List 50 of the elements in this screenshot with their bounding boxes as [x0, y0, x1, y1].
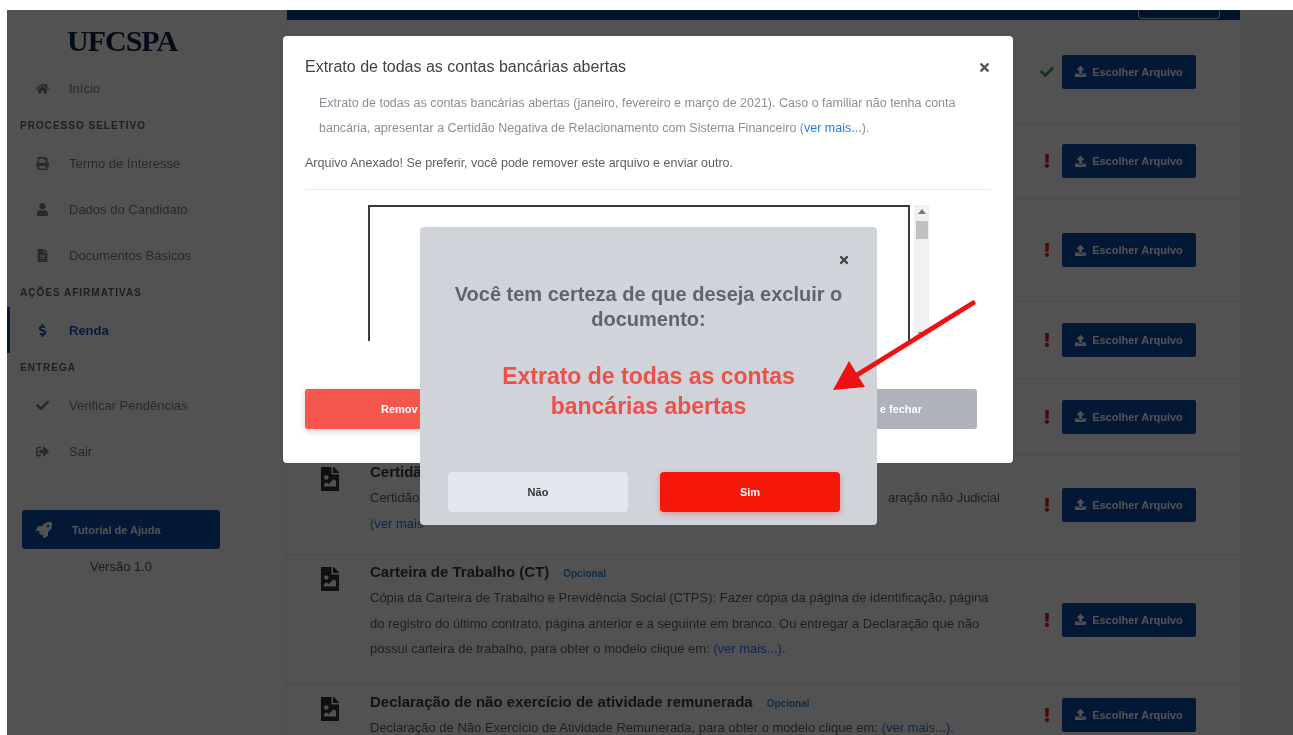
check-icon — [36, 398, 49, 412]
upload-button[interactable]: Escolher Arquivo — [1062, 697, 1196, 732]
printer-icon — [36, 156, 49, 170]
optional-label: Opcional — [766, 698, 810, 709]
no-button[interactable]: Não — [448, 472, 628, 512]
home-icon — [36, 81, 49, 95]
upload-icon — [1075, 66, 1087, 77]
dollar-icon — [36, 323, 49, 337]
more-link[interactable]: (ver mais — [370, 510, 424, 536]
scroll-thumb[interactable] — [915, 221, 928, 239]
sidebar-item-label: Renda — [69, 322, 109, 338]
scroll-up-icon[interactable] — [917, 209, 926, 214]
confirm-question: Você tem certeza de que deseja excluir o documento: — [453, 282, 844, 332]
upload-button[interactable]: Escolher Arquivo — [1062, 144, 1196, 178]
more-link[interactable]: (ver mais...) — [713, 641, 782, 656]
close-icon[interactable] — [978, 60, 991, 74]
rocket-icon — [36, 521, 52, 538]
dialog-title: Extrato de todas as contas bancárias abertas — [305, 58, 627, 76]
document-icon — [36, 248, 49, 262]
close-icon[interactable] — [838, 254, 850, 266]
scrollbar[interactable] — [914, 205, 929, 341]
upload-button[interactable]: Escolher Arquivo — [1062, 602, 1196, 637]
upload-icon — [1075, 499, 1087, 510]
upload-icon — [1075, 411, 1087, 422]
document-title: Carteira de Trabalho (CT) — [370, 562, 550, 582]
user-icon — [36, 202, 49, 216]
upload-button[interactable]: Escolher Arquivo — [1062, 323, 1196, 357]
document-title: Declaração de não exercício de atividade remunerada — [370, 692, 753, 712]
document-title: Certidã — [370, 462, 422, 482]
upload-button[interactable]: Escolher Arquivo — [1062, 54, 1196, 89]
logo: UFCSPA — [67, 24, 178, 58]
yes-button[interactable]: Sim — [660, 472, 840, 512]
more-link[interactable]: ver mais... — [804, 121, 862, 135]
upload-icon — [1075, 614, 1087, 625]
upload-icon — [1075, 709, 1087, 720]
dialog-description: Extrato de todas as contas bancárias abertas (janeiro, fevereiro e março de 2021). Caso o familiar não tenha conta bancária, apresentar a Certidão Negativa de Relacionamento com Sistema Financeiro (ver mais...). — [318, 95, 957, 137]
upload-button[interactable]: Escolher Arquivo — [1062, 399, 1196, 434]
upload-icon — [1075, 244, 1087, 256]
document-name: Extrato de todas as contas bancárias abertas — [501, 362, 796, 421]
image-file-icon — [320, 467, 340, 491]
image-file-icon — [320, 697, 340, 721]
exit-icon — [36, 444, 49, 458]
upload-icon — [1075, 334, 1087, 346]
image-file-icon — [320, 567, 340, 591]
optional-label: Opcional — [563, 568, 606, 579]
upload-button[interactable]: Escolher Arquivo — [1062, 487, 1196, 522]
attached-notice: Arquivo Anexado! Se preferir, você pode remover este arquivo e enviar outro. — [305, 156, 735, 170]
upload-button[interactable]: Escolher Arquivo — [1062, 233, 1196, 267]
help-button[interactable]: Tutorial de Ajuda — [22, 510, 220, 549]
upload-icon — [1075, 155, 1087, 167]
